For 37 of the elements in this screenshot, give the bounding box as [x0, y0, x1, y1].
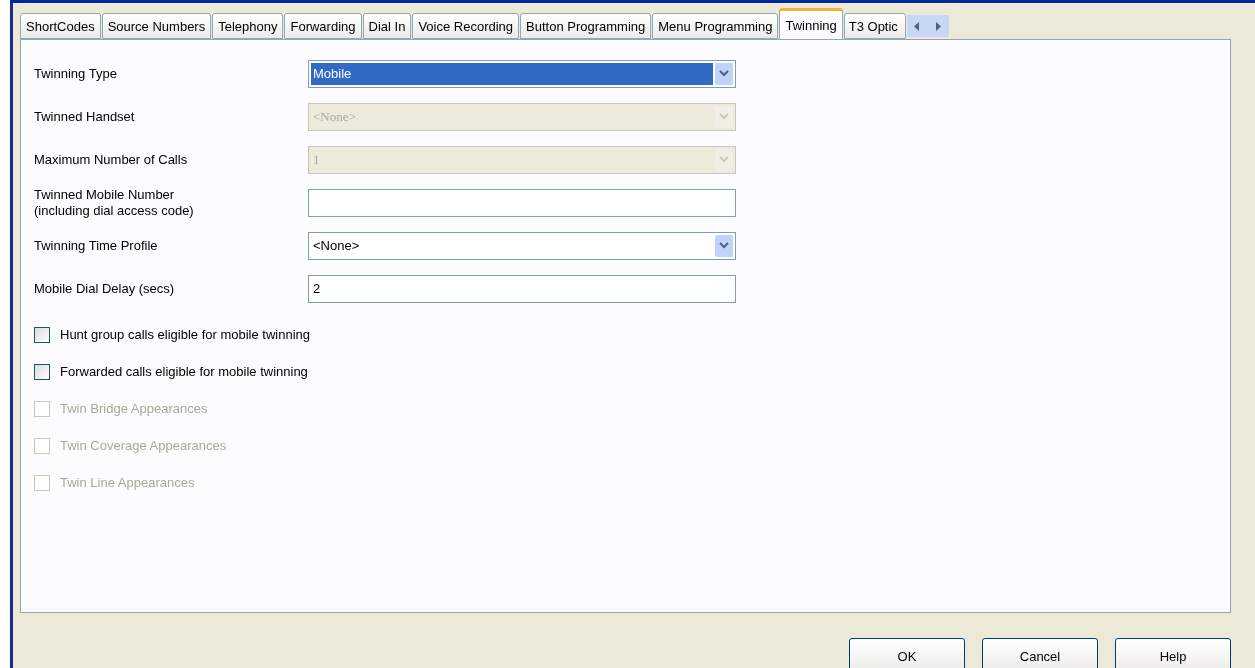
- tab[interactable]: Telephony: [212, 13, 284, 39]
- caret-icon: [719, 242, 729, 249]
- dropdown[interactable]: Mobile: [308, 59, 736, 88]
- tab[interactable]: T3 Optic: [843, 13, 906, 39]
- tab[interactable]: Voice Recording: [412, 13, 520, 39]
- left-arrow-icon[interactable]: [914, 21, 921, 31]
- input-field[interactable]: [308, 188, 736, 217]
- field-label: Twinning Time Profile: [34, 237, 159, 254]
- field-label: Twinned Mobile Number (including dial access code): [34, 186, 195, 219]
- checkbox-label: Hunt group calls eligible for mobile twinning: [60, 327, 311, 342]
- tab[interactable]: Source Numbers: [101, 13, 212, 39]
- input-field[interactable]: 2: [308, 274, 736, 303]
- tab[interactable]: Dial In: [362, 13, 412, 39]
- caret-icon: [719, 113, 729, 120]
- dialog-button[interactable]: Cancel: [982, 638, 1098, 668]
- tab[interactable]: Menu Programming: [652, 13, 779, 39]
- tab[interactable]: Forwarding: [284, 13, 362, 39]
- field-label: Twinning Type: [34, 65, 118, 82]
- right-arrow-icon[interactable]: [935, 21, 942, 31]
- tab-scroll-buttons[interactable]: [906, 15, 949, 37]
- checkbox[interactable]: [34, 363, 50, 380]
- checkbox-label: Twin Bridge Appearances: [60, 401, 208, 416]
- dropdown[interactable]: <None>: [308, 231, 736, 260]
- field-label: Twinned Handset: [34, 108, 136, 125]
- caret-icon: [719, 70, 729, 77]
- checkbox-label: Twin Coverage Appearances: [60, 438, 227, 453]
- dialog-button[interactable]: OK: [849, 638, 965, 668]
- caret-icon: [719, 156, 729, 163]
- tab[interactable]: Button Programming: [520, 13, 652, 39]
- tab[interactable]: Twinning: [779, 8, 843, 39]
- dialog-button[interactable]: Help: [1115, 638, 1231, 668]
- checkbox[interactable]: [34, 326, 50, 343]
- checkbox-label: Twin Line Appearances: [60, 475, 195, 490]
- field-label: Maximum Number of Calls: [34, 151, 189, 168]
- checkbox-label: Forwarded calls eligible for mobile twinning: [60, 364, 308, 379]
- tab[interactable]: ShortCodes: [20, 13, 101, 39]
- field-label: Mobile Dial Delay (secs): [34, 280, 176, 297]
